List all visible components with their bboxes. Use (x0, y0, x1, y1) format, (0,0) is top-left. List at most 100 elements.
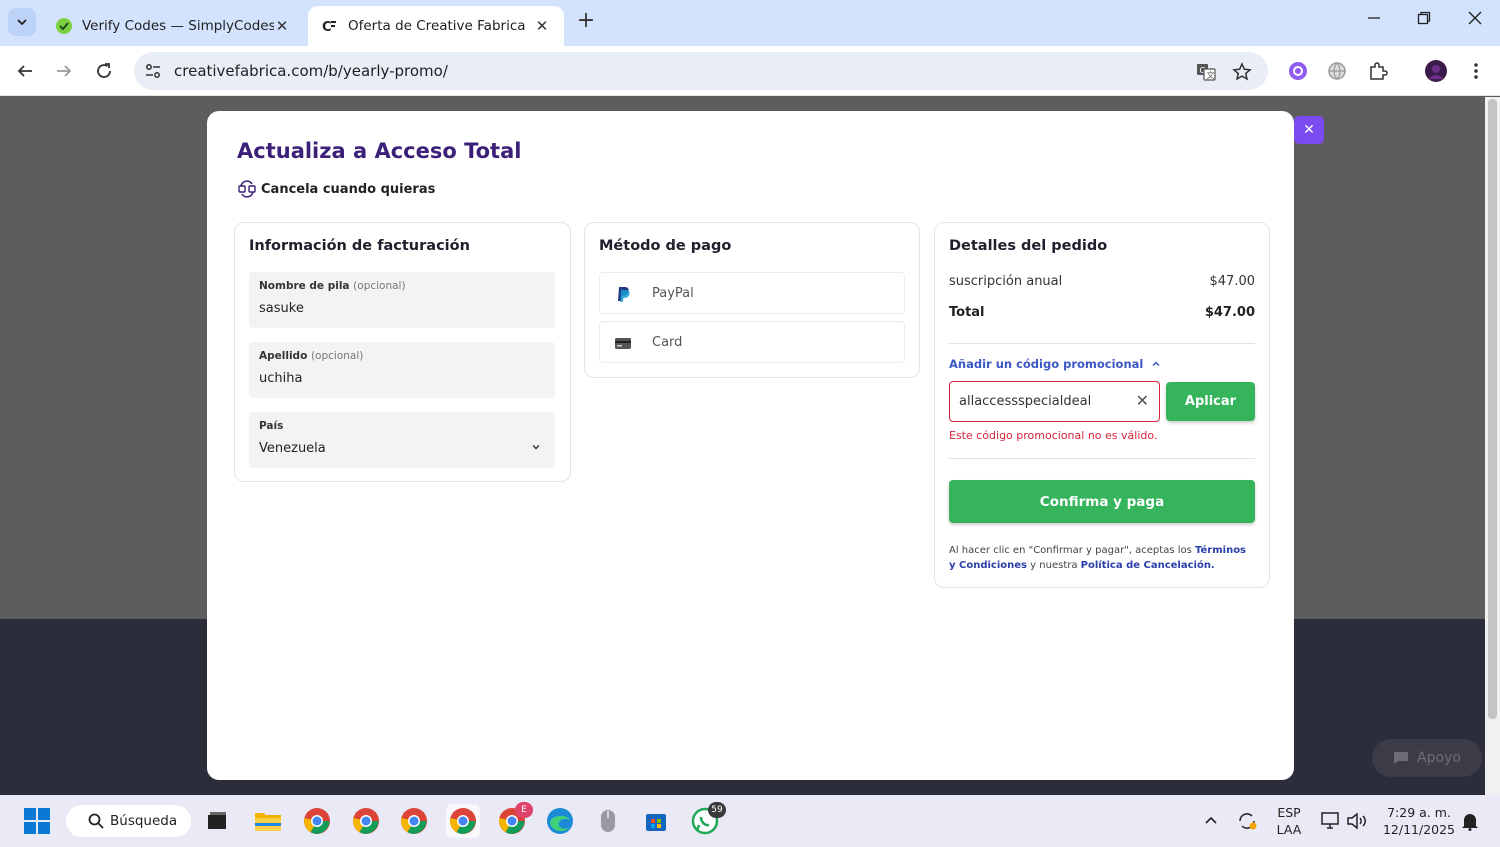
extension-globe-button[interactable] (1326, 60, 1348, 82)
terms-notice: Al hacer clic en "Confirmar y pagar", ac… (949, 545, 1247, 571)
profile-badge: E (515, 802, 533, 818)
line-item-price: $47.00 (1209, 274, 1256, 289)
close-icon[interactable]: ✕ (534, 17, 550, 35)
chrome-profile-e-button[interactable]: E (495, 802, 533, 838)
confirm-and-pay-button[interactable]: Confirma y paga (949, 480, 1255, 523)
divider (949, 458, 1255, 459)
browser-menu-button[interactable] (1465, 60, 1487, 82)
page-scrollbar[interactable] (1485, 97, 1500, 795)
browser-tab-bar: Verify Codes — SimplyCodes ✕ C Oferta de… (0, 0, 1500, 46)
promo-code-value[interactable]: allaccessspecialdeal (959, 394, 1091, 409)
chrome-active-button[interactable] (446, 804, 480, 838)
upgrade-modal: Actualiza a Acceso Total Cancela cuando … (207, 111, 1294, 780)
paypal-label: PayPal (652, 286, 694, 301)
tab-title: Oferta de Creative Fabrica (348, 18, 526, 34)
translate-icon[interactable]: G文 (1196, 62, 1216, 82)
scrollbar-thumb[interactable] (1488, 99, 1497, 719)
chrome-profile-1-button[interactable] (300, 804, 334, 838)
cancel-anytime-text: Cancela cuando quieras (261, 181, 436, 197)
country-value[interactable]: Venezuela (259, 441, 326, 456)
last-name-field[interactable]: Apellido (opcional) uchiha (249, 342, 555, 398)
microsoft-store-button[interactable] (639, 804, 673, 838)
tab-creative-fabrica[interactable]: C Oferta de Creative Fabrica ✕ (308, 6, 564, 46)
whatsapp-button[interactable]: 59 (688, 802, 726, 838)
divider (949, 343, 1255, 344)
billing-card: Información de facturación Nombre de pil… (234, 222, 571, 482)
apply-promo-button[interactable]: Aplicar (1166, 382, 1255, 421)
paypal-option[interactable]: PayPal (599, 272, 905, 314)
promo-code-toggle[interactable]: Añadir un código promocional (949, 357, 1161, 371)
extension-purple-button[interactable] (1287, 60, 1309, 82)
country-select[interactable]: País Venezuela (249, 412, 555, 468)
profile-avatar[interactable] (1425, 60, 1447, 82)
reload-icon (97, 63, 111, 78)
tab-title: Verify Codes — SimplyCodes (82, 18, 274, 34)
close-icon (1468, 11, 1482, 25)
sync-tray-button[interactable] (1230, 804, 1264, 838)
chevron-down-icon (532, 445, 540, 450)
billing-heading: Información de facturación (249, 238, 470, 254)
reload-button[interactable] (90, 57, 118, 85)
store-icon (646, 814, 666, 831)
new-tab-button[interactable]: + (574, 10, 598, 34)
first-name-label: Nombre de pila (opcional) (259, 280, 406, 292)
search-icon (88, 813, 104, 829)
promo-code-input[interactable]: allaccessspecialdeal ✕ (949, 381, 1160, 422)
support-button[interactable]: Apoyo (1372, 739, 1482, 777)
show-hidden-icons-button[interactable] (1194, 804, 1228, 838)
notifications-button[interactable] (1453, 804, 1487, 838)
close-window-button[interactable] (1463, 10, 1487, 34)
modal-close-button[interactable]: ✕ (1294, 116, 1324, 144)
bookmark-star-icon[interactable] (1232, 62, 1252, 82)
promo-error-message: Este código promocional no es válido. (949, 429, 1158, 442)
address-bar[interactable]: creativefabrica.com/b/yearly-promo/ G文 (134, 52, 1268, 90)
taskbar-search-label: Búsqueda (110, 813, 178, 829)
speaker-icon (1347, 812, 1366, 830)
clock[interactable]: 7:29 a. m. 12/11/2025 (1380, 804, 1458, 838)
arrow-right-icon (57, 65, 72, 77)
start-button[interactable] (20, 804, 54, 838)
refresh-badge-icon (238, 180, 256, 198)
paypal-icon (618, 287, 630, 302)
taskbar-search[interactable]: Búsqueda (66, 805, 191, 837)
task-view-button[interactable] (200, 804, 234, 838)
chrome-icon (304, 808, 330, 834)
clear-promo-icon[interactable]: ✕ (1136, 391, 1149, 410)
close-icon[interactable]: ✕ (274, 17, 290, 35)
language-indicator[interactable]: ESP LAA (1270, 804, 1308, 838)
chat-icon (1394, 752, 1409, 764)
cancellation-policy-link[interactable]: Política de Cancelación. (1081, 560, 1215, 571)
forward-button[interactable] (50, 57, 78, 85)
chrome-profile-2-button[interactable] (349, 804, 383, 838)
total-price: $47.00 (1204, 305, 1255, 320)
clock-time: 7:29 a. m. (1387, 805, 1451, 820)
windows-logo-icon (24, 808, 50, 834)
first-name-field[interactable]: Nombre de pila (opcional) sasuke (249, 272, 555, 328)
minimize-button[interactable] (1362, 10, 1386, 34)
tab-simplycodes[interactable]: Verify Codes — SimplyCodes ✕ (42, 6, 304, 46)
puzzle-icon (1370, 62, 1388, 80)
site-settings-icon[interactable] (144, 62, 162, 80)
volume-button[interactable] (1340, 804, 1374, 838)
country-label: País (259, 420, 284, 432)
more-vertical-icon (1474, 63, 1478, 79)
total-row: Total $47.00 (949, 305, 1255, 320)
first-name-value[interactable]: sasuke (259, 301, 304, 316)
file-explorer-button[interactable] (251, 804, 285, 838)
card-option[interactable]: Card (599, 321, 905, 363)
back-button[interactable] (11, 57, 39, 85)
chrome-profile-3-button[interactable] (397, 804, 431, 838)
tab-search-button[interactable] (8, 8, 36, 36)
restore-button[interactable] (1412, 10, 1436, 34)
avatar-icon (1425, 60, 1447, 82)
extensions-button[interactable] (1367, 60, 1389, 82)
mouse-app-button[interactable] (591, 804, 625, 838)
chrome-icon (401, 808, 427, 834)
order-details-card: Detalles del pedido suscripción anual $4… (934, 222, 1270, 588)
globe-icon (1328, 62, 1346, 80)
last-name-value[interactable]: uchiha (259, 371, 302, 386)
mouse-icon (601, 810, 615, 832)
edge-button[interactable] (543, 804, 577, 838)
order-heading: Detalles del pedido (949, 238, 1108, 254)
card-label: Card (652, 335, 683, 350)
